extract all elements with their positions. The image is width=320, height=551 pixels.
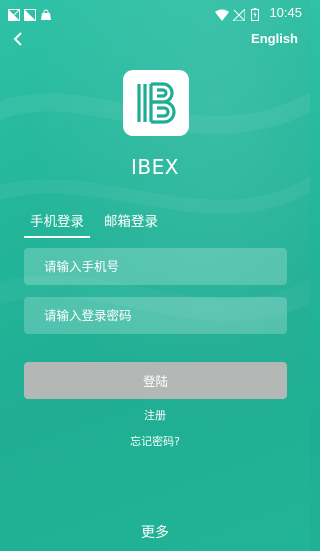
tab-phone-login[interactable]: 手机登录 (24, 210, 90, 238)
status-left-icons (8, 6, 52, 21)
forgot-password-link[interactable]: 忘记密码? (0, 433, 310, 449)
language-link[interactable]: English (251, 31, 298, 46)
more-link[interactable]: 更多 (0, 522, 310, 542)
app-logo (123, 70, 189, 136)
status-time: 10:45 (269, 4, 302, 20)
chevron-left-icon (12, 31, 24, 50)
ibex-logo-icon (137, 82, 176, 124)
password-input[interactable] (44, 308, 287, 323)
shopping-bag-icon (40, 6, 52, 20)
no-signal-icon (232, 6, 246, 22)
password-field[interactable] (24, 297, 287, 334)
login-button[interactable]: 登陆 (24, 362, 287, 399)
register-link[interactable]: 注册 (0, 407, 310, 423)
status-right-icons: 10:45 (215, 4, 302, 22)
phone-field[interactable] (24, 248, 287, 285)
app-name: IBEX (131, 155, 179, 179)
phone-input[interactable] (44, 259, 287, 274)
no-sim-icon (24, 6, 36, 21)
wifi-icon (215, 6, 230, 21)
status-bar: 10:45 (0, 0, 310, 24)
battery-charging-icon (251, 6, 263, 21)
tab-email-login[interactable]: 邮箱登录 (98, 210, 164, 238)
login-tabs: 手机登录 邮箱登录 (24, 210, 164, 238)
no-sim-icon (8, 6, 20, 21)
back-button[interactable] (8, 30, 28, 50)
